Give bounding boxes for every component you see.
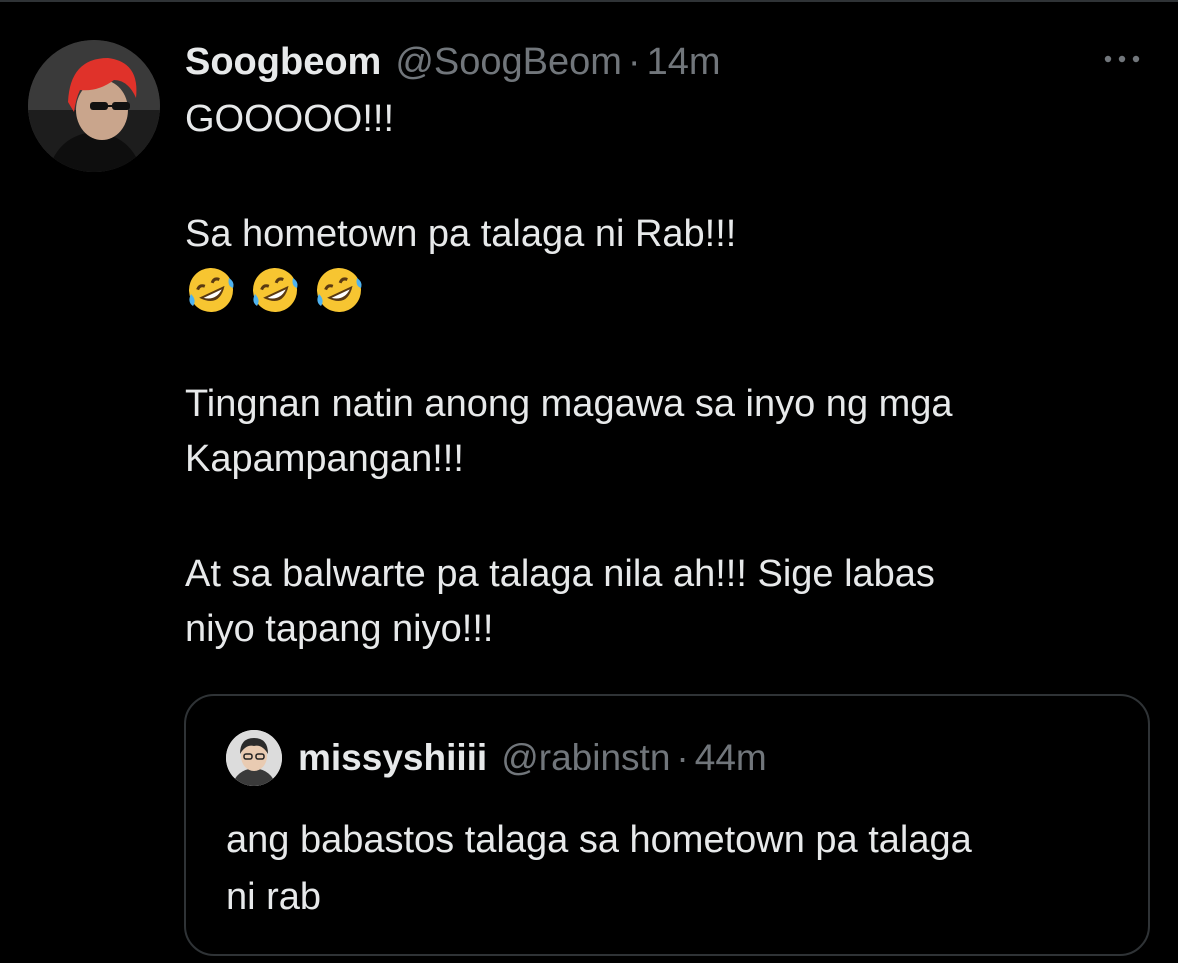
avatar[interactable] (28, 40, 160, 172)
more-horizontal-icon[interactable] (1098, 44, 1146, 74)
quoted-avatar[interactable] (226, 730, 282, 786)
quoted-tweet-card[interactable]: missyshiiii @rabinstn · 44m ang babastos… (184, 694, 1150, 956)
quoted-timestamp[interactable]: 44m (695, 737, 767, 779)
separator-dot: · (627, 40, 641, 83)
avatar-image (28, 40, 160, 172)
tweet-line: Sa hometown pa talaga ni Rab!!! (185, 213, 737, 255)
emoji-row (185, 262, 1135, 317)
separator-dot: · (676, 737, 689, 778)
quoted-tweet-text: ang babastos talaga sa hometown pa talag… (226, 812, 1126, 926)
timestamp[interactable]: 14m (647, 41, 721, 84)
tweet-line: Kapampangan!!! (185, 438, 464, 480)
quoted-tweet-line: ni rab (226, 876, 322, 918)
quoted-tweet-header: missyshiiii @rabinstn · 44m (298, 736, 767, 780)
tweet-line: Tingnan natin anong magawa sa inyo ng mg… (185, 383, 953, 425)
quoted-tweet-line: ang babastos talaga sa hometown pa talag… (226, 819, 972, 861)
display-name[interactable]: Soogbeom (185, 41, 381, 84)
quoted-avatar-image (226, 730, 282, 786)
rolling-on-floor-laughing-emoji (253, 267, 298, 312)
tweet-text: GOOOOO!!! Sa hometown pa talaga ni Rab!!… (185, 92, 1135, 657)
rolling-on-floor-laughing-emoji (189, 267, 234, 312)
rolling-on-floor-laughing-emoji (317, 267, 362, 312)
tweet-line: At sa balwarte pa talaga nila ah!!! Sige… (185, 553, 935, 595)
tweet-line: GOOOOO!!! (185, 98, 395, 140)
top-divider (0, 0, 1178, 2)
quoted-handle[interactable]: @rabinstn (501, 737, 670, 779)
tweet-line: niyo tapang niyo!!! (185, 608, 494, 650)
tweet-header: Soogbeom @SoogBeom · 14m (185, 38, 721, 86)
quoted-display-name[interactable]: missyshiiii (298, 737, 487, 779)
handle[interactable]: @SoogBeom (395, 41, 622, 84)
